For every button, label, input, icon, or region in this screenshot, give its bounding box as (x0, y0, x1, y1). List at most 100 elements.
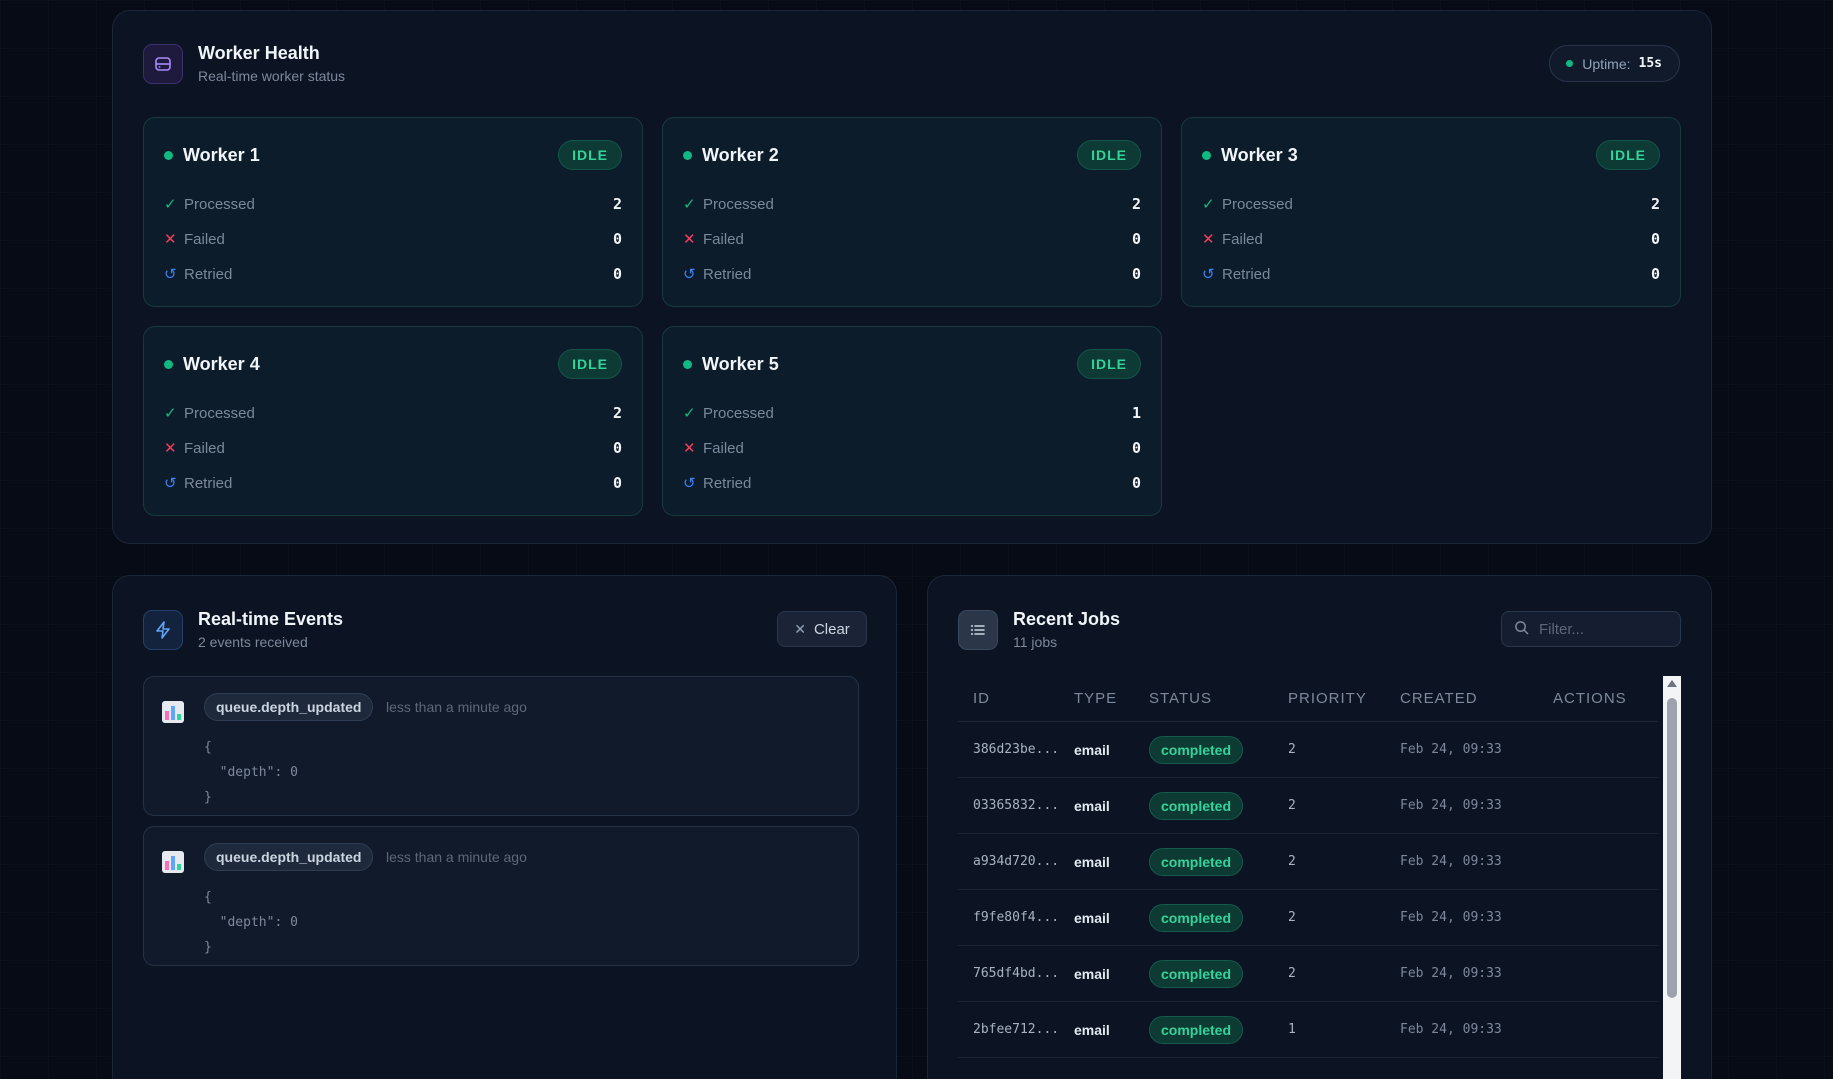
worker-status-badge: IDLE (1077, 349, 1141, 379)
column-header[interactable]: STATUS (1149, 690, 1288, 707)
job-created: Feb 24, 09:33 (1400, 854, 1502, 869)
processed-label: Processed (184, 195, 255, 213)
list-icon (958, 609, 998, 650)
uptime-value: 15s (1638, 56, 1662, 71)
worker-name: Worker 3 (1221, 144, 1298, 165)
filter-input[interactable]: Filter... (1501, 611, 1681, 647)
x-icon: ✕ (1202, 231, 1215, 248)
status-badge: completed (1149, 959, 1244, 988)
table-row[interactable]: 2bfee712... email completed 1 Feb 24, 09… (958, 1002, 1658, 1058)
job-priority: 2 (1288, 966, 1296, 981)
clear-button-label: Clear (813, 620, 850, 638)
job-type: email (1074, 1021, 1110, 1038)
column-header[interactable]: PRIORITY (1288, 690, 1400, 707)
x-icon: ✕ (683, 440, 696, 457)
processed-label: Processed (1222, 195, 1293, 213)
job-priority: 1 (1288, 1022, 1296, 1037)
status-dot-icon (164, 359, 173, 369)
retried-label: Retried (703, 265, 752, 283)
event-payload: { "depth": 0} (204, 885, 298, 960)
processed-label: Processed (703, 404, 774, 422)
event-item: queue.depth_updated less than a minute a… (143, 826, 859, 966)
x-icon: ✕ (164, 440, 177, 457)
table-row[interactable]: 386d23be... email completed 2 Feb 24, 09… (958, 722, 1658, 778)
column-header[interactable]: TYPE (1074, 690, 1149, 707)
event-payload-line: "depth": 0 (204, 765, 298, 780)
worker-status-badge: IDLE (558, 349, 622, 379)
job-id: 386d23be... (973, 742, 1060, 757)
column-header[interactable]: ID (958, 690, 1074, 707)
events-panel: Real-time Events 2 events received ✕ Cle… (112, 575, 897, 1079)
jobs-scrollbar[interactable] (1663, 676, 1681, 1079)
job-id: 765df4bd... (973, 966, 1060, 981)
processed-label: Processed (703, 195, 774, 213)
worker-status-badge: IDLE (1596, 140, 1660, 170)
event-payload: { "depth": 0} (204, 735, 298, 810)
status-dot-icon (683, 150, 692, 160)
failed-count: 0 (612, 439, 622, 457)
event-item: queue.depth_updated less than a minute a… (143, 676, 859, 816)
job-id: f9fe80f4... (973, 910, 1060, 925)
job-type: email (1074, 965, 1110, 982)
retried-label: Retried (1222, 265, 1271, 283)
job-priority: 2 (1288, 910, 1296, 925)
failed-count: 0 (1650, 230, 1660, 248)
uptime-label: Uptime: (1582, 55, 1631, 72)
job-created: Feb 24, 09:33 (1400, 742, 1502, 757)
worker-name: Worker 4 (183, 353, 260, 374)
events-header: Real-time Events 2 events received (143, 609, 343, 650)
worker-health-subtitle: Real-time worker status (198, 68, 346, 84)
event-type-tag: queue.depth_updated (204, 693, 374, 721)
clear-button[interactable]: ✕ Clear (777, 611, 867, 647)
table-row[interactable]: a934d720... email completed 2 Feb 24, 09… (958, 834, 1658, 890)
event-time: less than a minute ago (386, 849, 527, 865)
status-dot-icon (1566, 60, 1574, 67)
bar-chart-icon (162, 701, 184, 723)
event-payload-line: { (204, 740, 212, 755)
job-priority: 2 (1288, 854, 1296, 869)
lightning-icon (143, 609, 183, 650)
table-header: ID TYPE STATUS PRIORITY CREATED ACTIONS (958, 676, 1658, 722)
status-dot-icon (683, 359, 692, 369)
job-created: Feb 24, 09:33 (1400, 798, 1502, 813)
worker-name: Worker 2 (702, 144, 779, 165)
search-icon (1514, 620, 1529, 639)
table-row[interactable]: f9fe80f4... email completed 2 Feb 24, 09… (958, 890, 1658, 946)
job-type: email (1074, 853, 1110, 870)
worker-card: Worker 2 IDLE ✓ Processed 2 ✕ Failed 0 ↺ Retr… (662, 117, 1162, 307)
status-badge: completed (1149, 847, 1244, 876)
event-type-tag: queue.depth_updated (204, 843, 374, 871)
job-id: 2bfee712... (973, 1022, 1060, 1037)
x-icon: ✕ (164, 231, 177, 248)
table-row[interactable]: 03365832... email completed 2 Feb 24, 09… (958, 778, 1658, 834)
job-type: email (1074, 741, 1110, 758)
bar-chart-icon (162, 851, 184, 873)
retried-label: Retried (184, 265, 233, 283)
processed-count: 2 (1650, 195, 1660, 213)
worker-card: Worker 3 IDLE ✓ Processed 2 ✕ Failed 0 ↺ Retr… (1181, 117, 1681, 307)
table-row[interactable]: 765df4bd... email completed 2 Feb 24, 09… (958, 946, 1658, 1002)
failed-label: Failed (184, 230, 225, 248)
worker-status-badge: IDLE (1077, 140, 1141, 170)
scrollbar-thumb[interactable] (1667, 698, 1677, 998)
processed-count: 2 (1131, 195, 1141, 213)
retried-count: 0 (612, 265, 622, 283)
retry-icon: ↺ (683, 475, 696, 492)
column-header[interactable]: CREATED (1400, 690, 1553, 707)
event-payload-line: } (204, 790, 212, 805)
failed-label: Failed (1222, 230, 1263, 248)
column-header: ACTIONS (1553, 690, 1627, 707)
failed-count: 0 (612, 230, 622, 248)
events-title: Real-time Events (198, 609, 344, 629)
retried-count: 0 (1650, 265, 1660, 283)
jobs-title: Recent Jobs (1013, 609, 1121, 629)
x-icon: ✕ (683, 231, 696, 248)
job-id: 03365832... (973, 798, 1060, 813)
worker-card: Worker 5 IDLE ✓ Processed 1 ✕ Failed 0 ↺ Retr… (662, 326, 1162, 516)
job-type: email (1074, 909, 1110, 926)
scroll-up-icon[interactable] (1667, 680, 1677, 687)
check-icon: ✓ (164, 196, 177, 213)
status-badge: completed (1149, 1015, 1244, 1044)
job-type: email (1074, 797, 1110, 814)
status-badge: completed (1149, 791, 1244, 820)
